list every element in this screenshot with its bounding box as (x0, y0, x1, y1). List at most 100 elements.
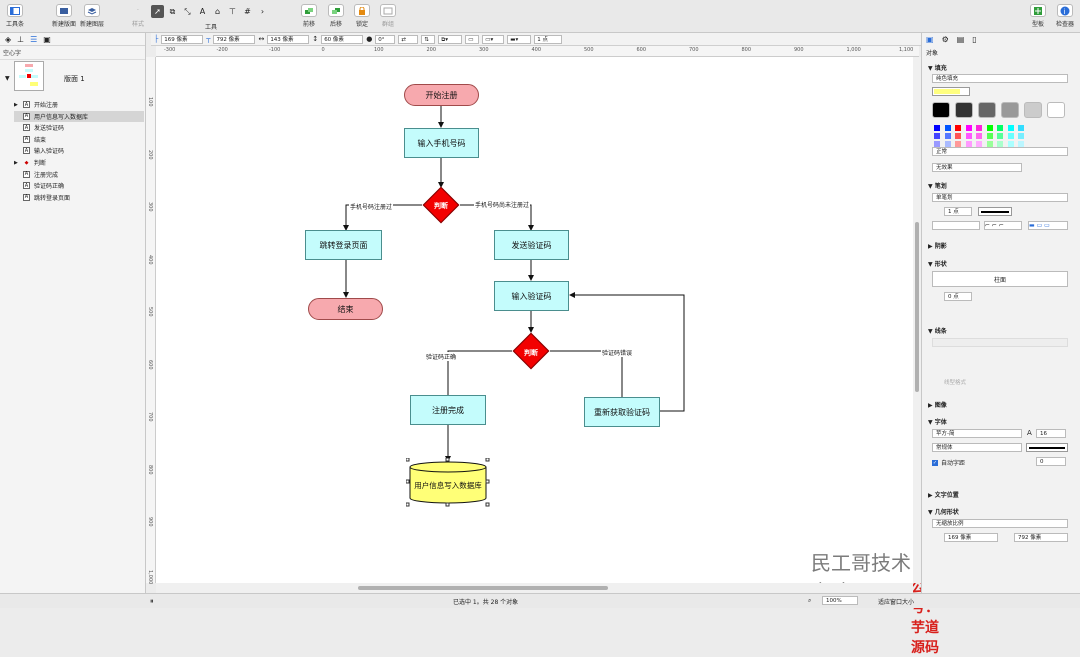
fill-type-select[interactable]: 纯色填充 (932, 74, 1068, 83)
drawing-canvas[interactable]: 开始注册 输入手机号码 判断 手机号码注册过 手机号码尚未注册过 跳转登录页面 … (156, 57, 939, 656)
effect-select[interactable]: 无效果 (932, 163, 1022, 172)
disclosure-triangle-icon[interactable]: ▶ (14, 102, 19, 108)
zoom-out-icon[interactable]: ⌕ (808, 597, 811, 605)
grid-tool-icon[interactable]: # (241, 5, 254, 18)
font-section-header[interactable]: ▼ 字体 (928, 417, 947, 426)
fill-color-well[interactable] (932, 87, 970, 96)
geometry-mode-select[interactable]: 无缩放比例 (932, 519, 1068, 528)
gray-swatch[interactable] (1047, 102, 1065, 118)
line-pattern-select[interactable] (932, 221, 980, 230)
color-swatch[interactable] (944, 125, 951, 131)
lines-section-header[interactable]: ▼ 线条 (928, 326, 947, 335)
image-section-header[interactable]: ▶ 图像 (928, 400, 947, 409)
blend-mode-select[interactable]: 正常 (932, 147, 1068, 156)
line-cap-buttons[interactable]: ▬ ▭ ▭ (1028, 221, 1068, 230)
height-field[interactable]: 60 像素 (321, 34, 364, 44)
gray-swatch[interactable] (978, 102, 996, 118)
fill-section-header[interactable]: ▼ 填充 (928, 63, 947, 72)
text-tool-icon[interactable]: A (196, 5, 209, 18)
font-size-field[interactable]: 16 (1036, 429, 1066, 438)
vertical-scrollbar[interactable] (913, 57, 921, 583)
document-tab-icon[interactable]: ▯ (972, 35, 976, 44)
bring-forward-button[interactable]: 前移 (301, 4, 317, 28)
shadow-section-header[interactable]: ▶ 阴影 (928, 241, 947, 250)
outline-item[interactable]: A 用户信息写入数据库 (14, 110, 144, 122)
stroke-type-select[interactable]: 单笔划 (932, 193, 1068, 202)
width-field[interactable]: 143 像素 (267, 34, 310, 44)
goto-login-node[interactable]: 跳转登录页面 (305, 230, 382, 260)
resend-code-node[interactable]: 重新获取验证码 (584, 397, 660, 427)
stencils-button[interactable]: 型板 (1030, 4, 1046, 28)
shape-picker[interactable]: 柱面 (932, 271, 1068, 287)
inspector-button[interactable]: i 检查器 (1056, 4, 1074, 28)
color-swatch[interactable] (965, 133, 972, 139)
color-swatch[interactable] (1018, 133, 1024, 139)
color-swatch[interactable] (997, 125, 1003, 131)
gray-swatch[interactable] (1001, 102, 1019, 118)
gray-swatch[interactable] (955, 102, 973, 118)
corner-radius-field[interactable]: 0 点 (944, 292, 972, 301)
canvas-thumbnail[interactable] (14, 61, 44, 91)
stroke-color-well[interactable]: ▬▾ (507, 34, 532, 44)
geometry-y-field[interactable]: 792 像素 (1014, 533, 1068, 542)
outline-item[interactable]: A 跳转登录页面 (14, 192, 144, 203)
rotation-field[interactable]: 0° (375, 34, 396, 44)
send-code-node[interactable]: 发送验证码 (494, 230, 569, 260)
input-phone-node[interactable]: 输入手机号码 (404, 128, 479, 158)
flip-h-button[interactable]: ⇄ (398, 34, 419, 44)
outline-item[interactable]: ▶ ◆ 判断 (14, 157, 144, 168)
font-style-select[interactable]: 常规体 (932, 443, 1022, 452)
flip-v-button[interactable]: ⇅ (421, 34, 436, 44)
group-button[interactable]: 群组 (380, 4, 396, 28)
text-position-section-header[interactable]: ▶ 文字位置 (928, 490, 959, 499)
outline-item[interactable]: A 发送验证码 (14, 122, 144, 133)
end-node[interactable]: 结束 (308, 298, 383, 320)
more-tools-icon[interactable]: › (256, 5, 269, 18)
color-swatch[interactable] (955, 125, 961, 131)
color-swatch[interactable] (965, 125, 972, 131)
label-tool-icon[interactable]: ⊤ (226, 5, 239, 18)
stroke-section-header[interactable]: ▼ 笔划 (928, 181, 947, 190)
style-button[interactable]: · 样式 (130, 4, 146, 28)
color-swatch[interactable] (1018, 125, 1024, 131)
new-layer-button[interactable]: 新建图层 (80, 4, 104, 28)
horizontal-scrollbar[interactable] (156, 583, 913, 593)
geometry-x-field[interactable]: 169 像素 (944, 533, 998, 542)
shape-section-header[interactable]: ▼ 形状 (928, 259, 947, 268)
canvas-name[interactable]: 版面 1 (64, 74, 85, 84)
zoom-select[interactable]: 100% (822, 596, 858, 605)
stencil-tab-icon[interactable]: ▣ (43, 35, 51, 44)
font-family-select[interactable]: 苹方-简 (932, 429, 1022, 438)
stroke-width-field[interactable]: 1 点 (944, 207, 972, 216)
color-swatch[interactable] (944, 133, 951, 139)
stroke-width-field[interactable]: 1 点 (534, 34, 563, 44)
outline-item[interactable]: A 验证码正确 (14, 180, 144, 191)
arrange-button[interactable]: ⧉▾ (438, 34, 463, 44)
y-field[interactable]: 792 像素 (213, 34, 256, 44)
color-swatch[interactable] (934, 133, 940, 139)
properties-tab-icon[interactable]: ⚙ (942, 35, 949, 44)
layers-tab-icon[interactable]: ◈ (5, 35, 11, 44)
outline-tab-icon[interactable]: ☰ (30, 35, 37, 44)
text-box-button[interactable]: ▭ (465, 34, 480, 44)
fit-window-button[interactable]: 适应窗口大小 (878, 597, 914, 606)
geometry-section-header[interactable]: ▼ 几何形状 (928, 507, 959, 516)
start-node[interactable]: 开始注册 (404, 84, 479, 106)
color-swatch[interactable] (997, 133, 1003, 139)
color-swatch[interactable] (1007, 133, 1014, 139)
outline-item[interactable]: A 输入验证码 (14, 145, 144, 156)
select-tool-icon[interactable]: ⧉ (166, 5, 179, 18)
pointer-tool-icon[interactable]: ➚ (151, 5, 164, 18)
gray-swatch[interactable] (932, 102, 950, 118)
stroke-color-well[interactable] (978, 207, 1012, 216)
outline-item[interactable]: ▶ A 开始注册 (14, 99, 144, 110)
color-swatch[interactable] (986, 125, 993, 131)
pause-icon[interactable]: ⏸ (150, 597, 154, 606)
autosize-checkbox[interactable]: ✓ 自动字距 (932, 458, 965, 467)
line-tool-icon[interactable]: ⤡ (181, 5, 194, 18)
text-color-well[interactable] (1026, 443, 1068, 452)
color-swatch[interactable] (1007, 125, 1014, 131)
color-swatch[interactable] (986, 133, 993, 139)
canvas-tab-icon[interactable]: ▤ (957, 35, 965, 44)
lock-button[interactable]: 锁定 (354, 4, 370, 28)
